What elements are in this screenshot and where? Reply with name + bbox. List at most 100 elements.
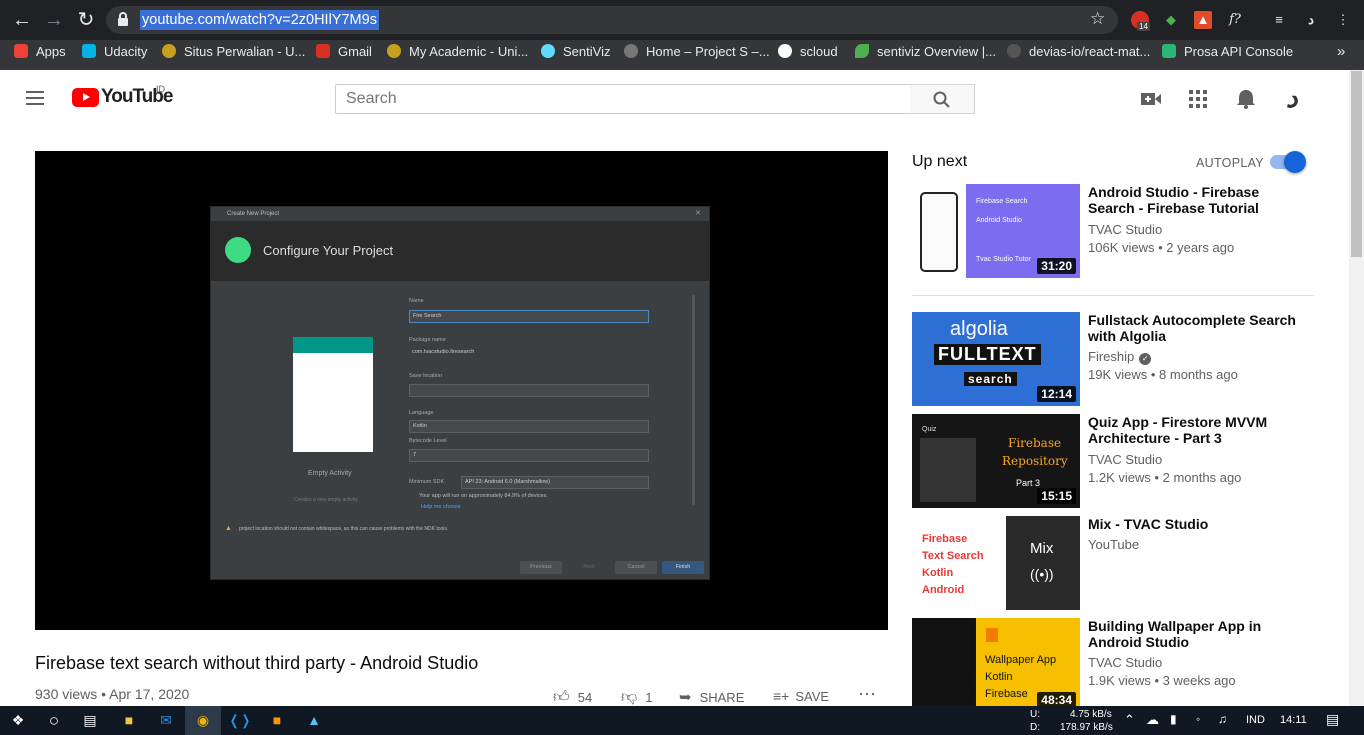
bookmark-item[interactable]: devias-io/react-mat... [1007,40,1150,70]
video-title[interactable]: Fullstack Autocomplete Search with Algol… [1088,312,1298,344]
onedrive-icon[interactable]: ☁ [1146,712,1159,728]
bookmark-label: Apps [36,44,66,59]
recommended-video[interactable]: Firebase Text Search Kotlin Android Mix … [912,516,1332,610]
formula-extension-icon[interactable]: f? [1226,11,1244,29]
thumbnail-text: Tvac Studio Tutor [976,256,1031,263]
more-actions-icon[interactable]: ⋯ [858,684,876,704]
chrome-icon[interactable]: ◉ [185,706,221,735]
bookmark-item[interactable]: Prosa API Console [1162,40,1293,70]
minsdk-info: Your app will run on approximately 84.9%… [419,493,548,499]
dialog-header: Configure Your Project [211,221,709,281]
language-indicator[interactable]: IND [1246,714,1265,726]
bookmark-item[interactable]: SentiViz [541,40,610,70]
verified-check-icon: ✓ [1139,353,1152,365]
bookmark-item[interactable]: sentiviz Overview |... [855,40,996,70]
channel-name[interactable]: TVAC Studio [1088,222,1162,237]
bookmark-item[interactable]: Home – Project S –... [624,40,770,70]
battery-icon[interactable]: ▮ [1170,712,1177,726]
recommended-video[interactable]: algolia FULLTEXT search 12:14 Fullstack … [912,312,1332,406]
channel-name[interactable]: YouTube [1088,537,1139,552]
dislike-button[interactable]: 👎︎ 1 [621,688,652,708]
volume-icon[interactable]: ♫ [1218,712,1227,726]
name-field: Fire Search [409,310,649,323]
bookmark-item[interactable]: scloud [778,40,838,70]
task-view-icon[interactable]: ▤ [72,706,108,735]
apps-grid-icon[interactable] [1186,89,1210,109]
forward-icon[interactable]: → [42,8,66,32]
reload-icon[interactable]: ↻ [74,8,98,32]
dialog-scrollbar [692,295,695,505]
video-thumbnail[interactable]: Wallpaper App Kotlin Firebase 48:34 [912,618,1080,712]
clock[interactable]: 14:11 [1280,714,1307,726]
vscode-icon[interactable]: ❬❭ [222,706,258,735]
mail-icon[interactable]: ✉ [148,706,184,735]
duration-badge: 31:20 [1037,258,1076,274]
radio-icon: ((•)) [1030,566,1054,582]
search-button[interactable] [910,84,975,114]
bookmark-item[interactable]: Gmail [316,40,372,70]
bookmark-star-icon[interactable]: ☆ [1090,9,1105,29]
bookmark-item[interactable]: Udacity [82,40,147,70]
udacity-icon [82,44,96,59]
back-icon[interactable]: ← [10,8,34,32]
reading-list-icon[interactable]: ≡ [1270,11,1288,29]
video-title[interactable]: Mix - TVAC Studio [1088,516,1298,532]
save-button[interactable]: ≡+ SAVE [773,688,829,708]
wifi-icon[interactable]: ◦ [1196,712,1200,726]
bookmarks-overflow-icon[interactable]: » [1337,40,1345,70]
video-title[interactable]: Quiz App - Firestore MVVM Architecture -… [1088,414,1298,446]
tray-expand-icon[interactable]: ⌃ [1124,712,1135,728]
notifications-center-icon[interactable]: ▤ [1326,711,1339,728]
dislike-count: 1 [645,690,653,705]
bookmark-item[interactable]: My Academic - Uni... [387,40,528,70]
hamburger-menu-icon[interactable] [26,91,44,105]
autoplay-toggle[interactable] [1270,151,1306,173]
net-up-speed: 4.75 kB/s [1070,709,1112,720]
video-thumbnail[interactable]: Quiz Firebase Repository Part 3 15:15 [912,414,1080,508]
windows-start-icon[interactable]: ❖ [0,706,36,735]
scrollbar-thumb[interactable] [1351,71,1362,257]
video-stats: 106K views • 2 years ago [1088,240,1235,255]
bookmark-item[interactable]: Situs Perwalian - U... [162,40,305,70]
taskbar: ❖ ○ ▤ ■ ✉ ◉ ❬❭ ■ ▲ U: 4.75 kB/s D: 178.9… [0,706,1364,735]
save-location-field [409,384,649,397]
sublime-text-icon[interactable]: ■ [259,706,295,735]
url-text[interactable]: youtube.com/watch?v=2z0HIlY7M9s [140,10,379,30]
thumbnail-image [920,438,976,502]
extension-icon[interactable]: ◆ [1162,11,1180,29]
activity-preview [293,337,373,452]
photos-icon[interactable]: ▲ [296,706,332,735]
notifications-bell-icon[interactable] [1234,89,1258,109]
bookmark-label: SentiViz [563,44,611,59]
share-button[interactable]: ➥ SHARE [679,688,744,708]
channel-name[interactable]: TVAC Studio [1088,452,1162,467]
recommended-video[interactable]: Quiz Firebase Repository Part 3 15:15 Qu… [912,414,1332,508]
bookmark-label: Situs Perwalian - U... [184,44,306,59]
firebase-icon [986,628,998,642]
video-title[interactable]: Android Studio - Firebase Search - Fireb… [1088,184,1298,216]
video-thumbnail[interactable]: Firebase Text Search Kotlin Android Mix … [912,516,1080,610]
video-thumbnail[interactable]: Firebase Search Android Studio Tvac Stud… [912,184,1080,278]
bookmark-item[interactable]: Apps [14,40,66,70]
channel-row[interactable]: Fireship ✓ [1088,349,1152,365]
site-icon [162,44,176,59]
search-circle-icon[interactable]: ○ [36,706,72,735]
like-button[interactable]: 👍︎ 54 [553,688,592,708]
account-avatar[interactable]: د [1286,84,1320,112]
channel-name[interactable]: Fireship [1088,349,1134,364]
create-video-icon[interactable] [1139,89,1163,109]
profile-icon[interactable]: د [1302,11,1320,29]
react-icon [541,44,555,59]
channel-name[interactable]: TVAC Studio [1088,655,1162,670]
address-bar[interactable]: youtube.com/watch?v=2z0HIlY7M9s ☆ [106,6,1118,34]
bookmark-label: Udacity [104,44,148,59]
pdf-extension-icon[interactable]: ▲ [1194,11,1212,29]
bookmark-label: My Academic - Uni... [409,44,529,59]
recommended-video[interactable]: Firebase Search Android Studio Tvac Stud… [912,184,1332,278]
file-explorer-icon[interactable]: ■ [111,706,147,735]
search-input[interactable] [335,84,911,114]
menu-icon[interactable]: ⋮ [1334,11,1352,29]
video-thumbnail[interactable]: algolia FULLTEXT search 12:14 [912,312,1080,406]
video-title[interactable]: Building Wallpaper App in Android Studio [1088,618,1298,650]
recommended-video[interactable]: Wallpaper App Kotlin Firebase 48:34 Buil… [912,618,1332,712]
